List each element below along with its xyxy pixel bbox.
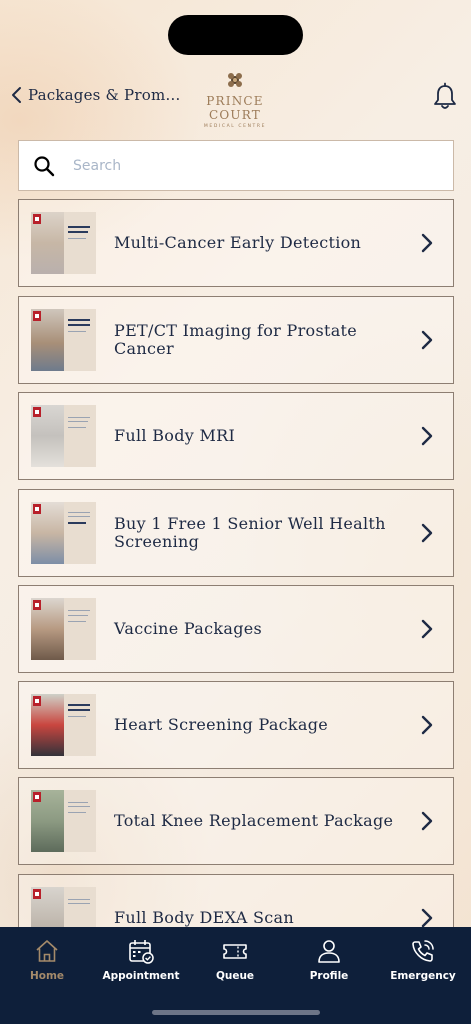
logo-subtitle: MEDICAL CENTRE xyxy=(203,124,267,129)
package-title: PET/CT Imaging for Prostate Cancer xyxy=(114,321,358,358)
package-title: Multi-Cancer Early Detection xyxy=(114,233,362,252)
chevron-right-icon xyxy=(421,908,433,927)
search-bar[interactable] xyxy=(18,140,454,191)
package-title: Full Body MRI xyxy=(114,426,236,445)
home-indicator[interactable] xyxy=(152,1010,320,1015)
device-notch xyxy=(168,15,303,55)
package-thumbnail xyxy=(31,502,96,564)
tab-appointment-label: Appointment xyxy=(102,970,180,982)
back-button-label: Packages & Prom… xyxy=(28,86,181,104)
tab-queue[interactable]: Queue xyxy=(188,937,282,982)
tab-appointment[interactable]: Appointment xyxy=(94,937,188,982)
search-input[interactable] xyxy=(73,157,413,174)
package-thumbnail xyxy=(31,790,96,852)
package-list: Multi-Cancer Early Detection PET/CT Imag… xyxy=(18,199,454,927)
package-title: Total Knee Replacement Package xyxy=(114,811,394,830)
package-thumbnail xyxy=(31,694,96,756)
package-thumbnail xyxy=(31,309,96,371)
logo-emblem-icon xyxy=(228,73,242,87)
package-item-dexa-scan[interactable]: Full Body DEXA Scan xyxy=(18,874,454,927)
package-item-full-body-mri[interactable]: Full Body MRI xyxy=(18,392,454,480)
chevron-right-icon xyxy=(421,330,433,350)
chevron-right-icon xyxy=(421,426,433,446)
tab-home-label: Home xyxy=(29,970,65,982)
tab-queue-label: Queue xyxy=(215,970,255,982)
notification-bell-icon[interactable] xyxy=(431,82,459,112)
chevron-right-icon xyxy=(421,619,433,639)
back-button[interactable]: Packages & Prom… xyxy=(10,86,181,104)
chevron-right-icon xyxy=(421,233,433,253)
package-thumbnail xyxy=(31,887,96,927)
chevron-right-icon xyxy=(421,523,433,543)
package-item-vaccine[interactable]: Vaccine Packages xyxy=(18,585,454,673)
package-title: Buy 1 Free 1 Senior Well Health Screenin… xyxy=(114,514,386,551)
chevron-right-icon xyxy=(421,811,433,831)
tab-home[interactable]: Home xyxy=(0,937,94,982)
prince-court-logo: PRINCE COURT MEDICAL CENTRE xyxy=(185,70,285,129)
package-item-senior-screening[interactable]: Buy 1 Free 1 Senior Well Health Screenin… xyxy=(18,489,454,577)
package-title: Vaccine Packages xyxy=(114,619,263,638)
tab-profile-label: Profile xyxy=(309,970,349,982)
package-title: Full Body DEXA Scan xyxy=(114,908,294,927)
phone-call-icon xyxy=(412,940,434,962)
user-icon xyxy=(318,940,340,963)
package-item-multi-cancer[interactable]: Multi-Cancer Early Detection xyxy=(18,199,454,287)
home-icon xyxy=(36,940,58,962)
ticket-icon xyxy=(223,944,247,959)
tab-profile[interactable]: Profile xyxy=(282,937,376,982)
package-thumbnail xyxy=(31,598,96,660)
tab-emergency[interactable]: Emergency xyxy=(376,937,470,982)
search-icon xyxy=(34,155,55,176)
package-item-pet-ct[interactable]: PET/CT Imaging for Prostate Cancer xyxy=(18,296,454,384)
calendar-check-icon xyxy=(129,940,154,964)
package-thumbnail xyxy=(31,212,96,274)
package-thumbnail xyxy=(31,405,96,467)
chevron-right-icon xyxy=(421,715,433,735)
top-header: Packages & Prom… PRINCE COURT MEDICAL CE… xyxy=(0,68,471,129)
logo-name: PRINCE COURT xyxy=(206,94,264,122)
chevron-left-icon xyxy=(12,87,21,103)
package-item-knee-replacement[interactable]: Total Knee Replacement Package xyxy=(18,777,454,865)
tab-emergency-label: Emergency xyxy=(390,970,456,982)
package-title: Heart Screening Package xyxy=(114,715,329,734)
package-item-heart-screening[interactable]: Heart Screening Package xyxy=(18,681,454,769)
